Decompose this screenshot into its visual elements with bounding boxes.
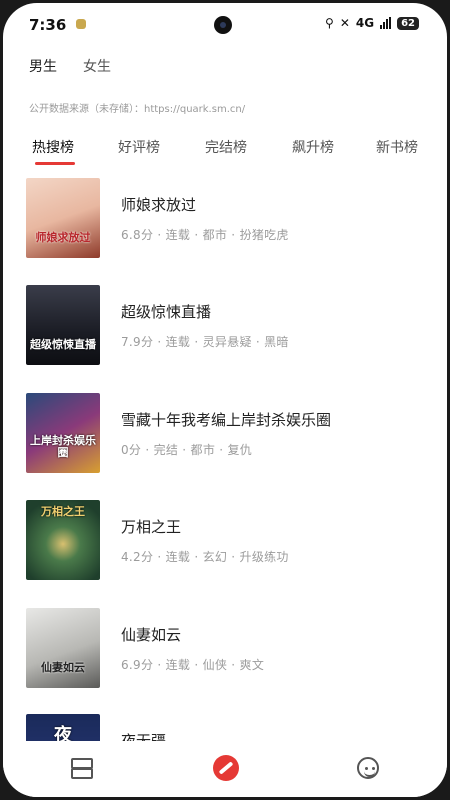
- phone-screen: 7:36 ⚲ ✕ 4G 62 男生 女生 公开数据来源（未存储）：https:/…: [3, 3, 447, 797]
- front-camera: [214, 16, 232, 34]
- book-meta: 7.9分 · 连载 · 灵异悬疑 · 黑暗: [121, 335, 289, 349]
- book-cover: 上岸封杀娱乐圈: [26, 393, 100, 473]
- tab-completed[interactable]: 完结榜: [205, 137, 247, 157]
- bottom-nav: [3, 741, 447, 797]
- tab-rising[interactable]: 飙升榜: [292, 137, 334, 157]
- data-source-note: 公开数据来源（未存储）：https://quark.sm.cn/: [29, 104, 246, 115]
- book-title: 仙妻如云: [121, 626, 182, 644]
- book-title: 师娘求放过: [121, 196, 197, 214]
- notification-app-icon: [76, 19, 86, 29]
- book-cover: 万相之王: [26, 500, 100, 580]
- book-meta: 6.8分 · 连载 · 都市 · 扮猪吃虎: [121, 228, 289, 242]
- book-title: 雪藏十年我考编上岸封杀娱乐圈: [121, 411, 332, 429]
- book-cover: 超级惊悚直播: [26, 285, 100, 365]
- book-item[interactable]: 超级惊悚直播 超级惊悚直播 7.9分 · 连载 · 灵异悬疑 · 黑暗: [3, 285, 447, 375]
- gender-tab-male[interactable]: 男生: [29, 56, 57, 76]
- status-time: 7:36: [29, 16, 67, 34]
- smile-icon[interactable]: [357, 757, 379, 779]
- book-item[interactable]: 师娘求放过 师娘求放过 6.8分 · 连载 · 都市 · 扮猪吃虎: [3, 178, 447, 268]
- tab-new-books[interactable]: 新书榜: [376, 137, 418, 157]
- signal-icon: [380, 17, 392, 29]
- cover-title: 超级惊悚直播: [30, 337, 96, 351]
- book-item[interactable]: 仙妻如云 仙妻如云 6.9分 · 连载 · 仙侠 · 爽文: [3, 608, 447, 698]
- bookshelf-icon[interactable]: [69, 755, 95, 781]
- book-item[interactable]: 万相之王 万相之王 4.2分 · 连载 · 玄幻 · 升级练功: [3, 500, 447, 590]
- rank-tabs: 热搜榜 好评榜 完结榜 飙升榜 新书榜: [3, 137, 447, 165]
- book-meta: 0分 · 完结 · 都市 · 复仇: [121, 443, 253, 457]
- alarm-icon: ⚲: [325, 16, 334, 30]
- status-icons: ⚲ ✕ 4G 62: [325, 16, 419, 30]
- book-item[interactable]: 上岸封杀娱乐圈 雪藏十年我考编上岸封杀娱乐圈 0分 · 完结 · 都市 · 复仇: [3, 393, 447, 483]
- compass-icon[interactable]: [213, 755, 239, 781]
- cover-title: 上岸封杀娱乐圈: [30, 433, 96, 459]
- book-meta: 6.9分 · 连载 · 仙侠 · 爽文: [121, 658, 265, 672]
- book-title: 万相之王: [121, 518, 182, 536]
- cover-title: 万相之王: [41, 505, 85, 518]
- book-title: 超级惊悚直播: [121, 303, 212, 321]
- active-tab-indicator: [35, 162, 75, 165]
- network-label: 4G: [355, 16, 375, 30]
- book-meta: 4.2分 · 连载 · 玄幻 · 升级练功: [121, 550, 289, 564]
- tab-hot-search[interactable]: 热搜榜: [32, 137, 74, 157]
- status-bar: 7:36 ⚲ ✕ 4G 62: [3, 3, 447, 47]
- tab-top-rated[interactable]: 好评榜: [118, 137, 160, 157]
- book-cover: 师娘求放过: [26, 178, 100, 258]
- cover-title: 仙妻如云: [41, 660, 85, 674]
- battery-icon: 62: [397, 16, 419, 30]
- cover-title: 师娘求放过: [35, 230, 91, 244]
- gender-tab-female[interactable]: 女生: [83, 56, 111, 76]
- gender-tabs: 男生 女生: [29, 56, 111, 76]
- mute-icon: ✕: [339, 16, 350, 30]
- book-cover: 仙妻如云: [26, 608, 100, 688]
